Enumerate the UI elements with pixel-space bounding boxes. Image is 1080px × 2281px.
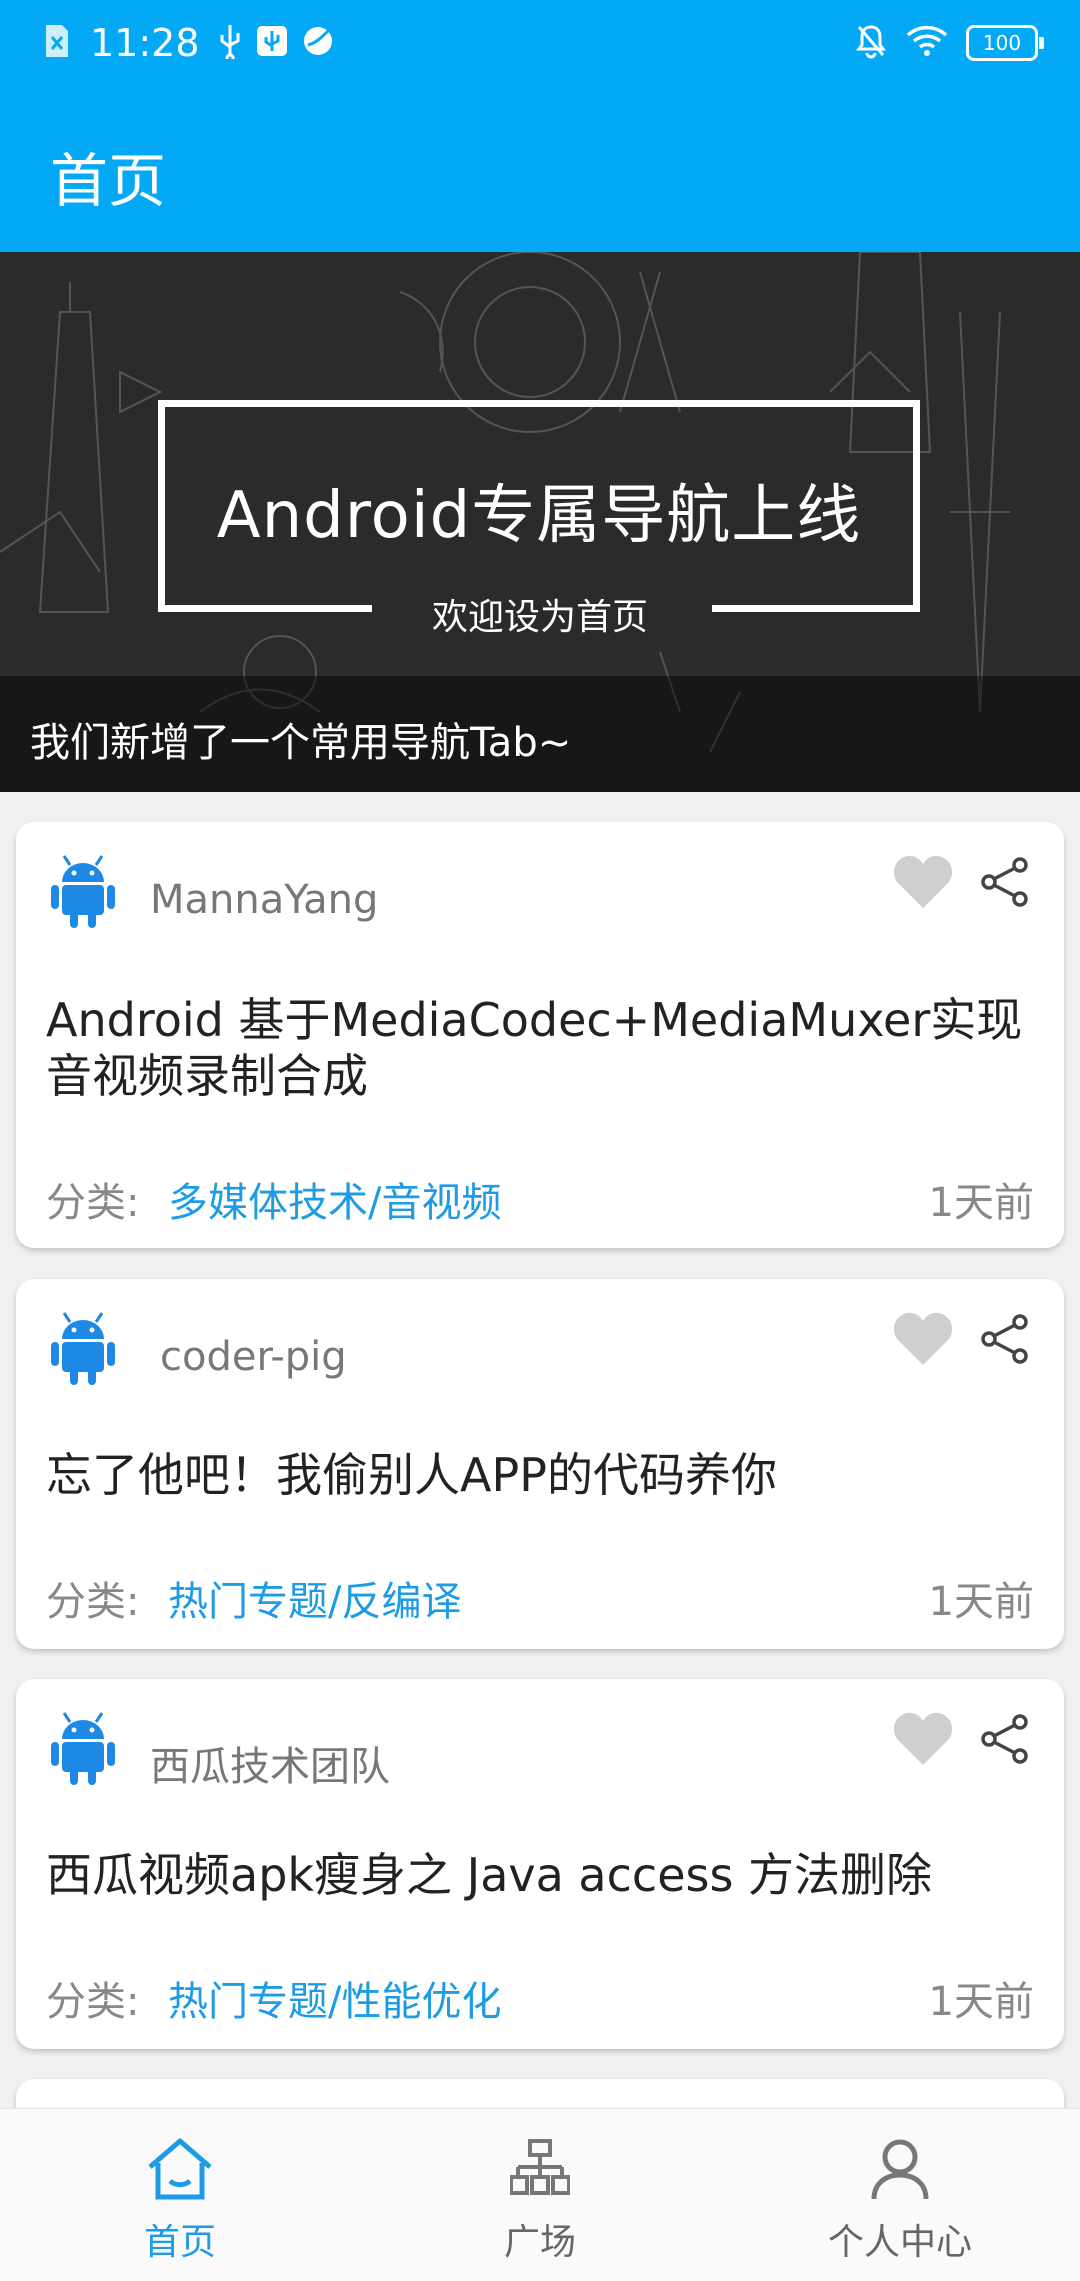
profile-icon xyxy=(868,2137,932,2205)
app-bar: 首页 xyxy=(0,86,1080,252)
app-notification-icon xyxy=(302,25,334,61)
banner-subtitle: 欢迎设为首页 xyxy=(431,597,648,638)
article-title[interactable]: 西瓜视频apk瘦身之 Java access 方法删除 xyxy=(46,1847,1034,1903)
share-icon[interactable] xyxy=(980,1313,1030,1369)
publish-time: 1天前 xyxy=(928,1180,1034,1226)
category-label: 分类: xyxy=(46,1979,140,2025)
category-label: 分类: xyxy=(46,1579,140,1625)
banner-caption: 我们新增了一个常用导航Tab~ xyxy=(30,720,572,766)
category-link[interactable]: 热门专题/性能优化 xyxy=(168,1969,501,2027)
author-name: 西瓜技术团队 xyxy=(150,1744,390,1790)
android-avatar-icon xyxy=(50,1709,116,1791)
wifi-icon xyxy=(906,25,948,61)
nav-label-home: 首页 xyxy=(143,2222,216,2263)
page-title: 首页 xyxy=(50,147,167,215)
heart-icon[interactable] xyxy=(892,852,954,914)
home-icon xyxy=(146,2137,214,2205)
category-label: 分类: xyxy=(46,1180,140,1226)
nav-item-profile[interactable]: 个人中心 xyxy=(720,2109,1080,2281)
heart-icon[interactable] xyxy=(892,1309,954,1371)
category-link[interactable]: 多媒体技术/音视频 xyxy=(168,1170,501,1228)
heart-icon[interactable] xyxy=(892,1709,954,1771)
article-card[interactable]: MannaYang Android 基于MediaCodec+MediaMuxe… xyxy=(16,822,1064,1248)
article-card[interactable]: 西瓜技术团队 西瓜视频apk瘦身之 Java access 方法删除 分类: 热… xyxy=(16,1679,1064,2049)
banner-carousel[interactable]: Android专属导航上线 欢迎设为首页 我们新增了一个常用导航Tab~ xyxy=(0,252,1080,792)
author-name: coder-pig xyxy=(160,1334,347,1380)
share-icon[interactable] xyxy=(980,856,1030,912)
nav-item-home[interactable]: 首页 xyxy=(0,2109,360,2281)
article-card[interactable]: coder-pig 忘了他吧！我偷别人APP的代码养你 分类: 热门专题/反编译… xyxy=(16,1279,1064,1649)
publish-time: 1天前 xyxy=(928,1579,1034,1625)
clock: 11:28 xyxy=(90,21,200,65)
article-title[interactable]: 忘了他吧！我偷别人APP的代码养你 xyxy=(46,1447,1034,1503)
status-bar: 11:28 100 xyxy=(0,0,1080,86)
usb-debug-icon xyxy=(256,25,288,61)
bottom-navigation: 首页 广场 个人中心 xyxy=(0,2108,1080,2281)
silent-icon xyxy=(856,23,886,63)
usb-icon xyxy=(218,23,242,63)
android-avatar-icon xyxy=(50,1309,116,1391)
battery-indicator: 100 xyxy=(966,25,1044,61)
article-title[interactable]: Android 基于MediaCodec+MediaMuxer实现 音视频录制合… xyxy=(46,992,1034,1104)
publish-time: 1天前 xyxy=(928,1979,1034,2025)
sim-icon xyxy=(44,23,70,63)
android-avatar-icon xyxy=(50,852,116,934)
category-link[interactable]: 热门专题/反编译 xyxy=(168,1569,461,1627)
share-icon[interactable] xyxy=(980,1713,1030,1769)
nav-item-square[interactable]: 广场 xyxy=(360,2109,720,2281)
banner-title: Android专属导航上线 xyxy=(216,479,862,553)
author-name: MannaYang xyxy=(150,877,379,923)
nav-label-square: 广场 xyxy=(503,2222,576,2263)
square-icon xyxy=(509,2137,571,2201)
nav-label-profile: 个人中心 xyxy=(827,2222,972,2263)
